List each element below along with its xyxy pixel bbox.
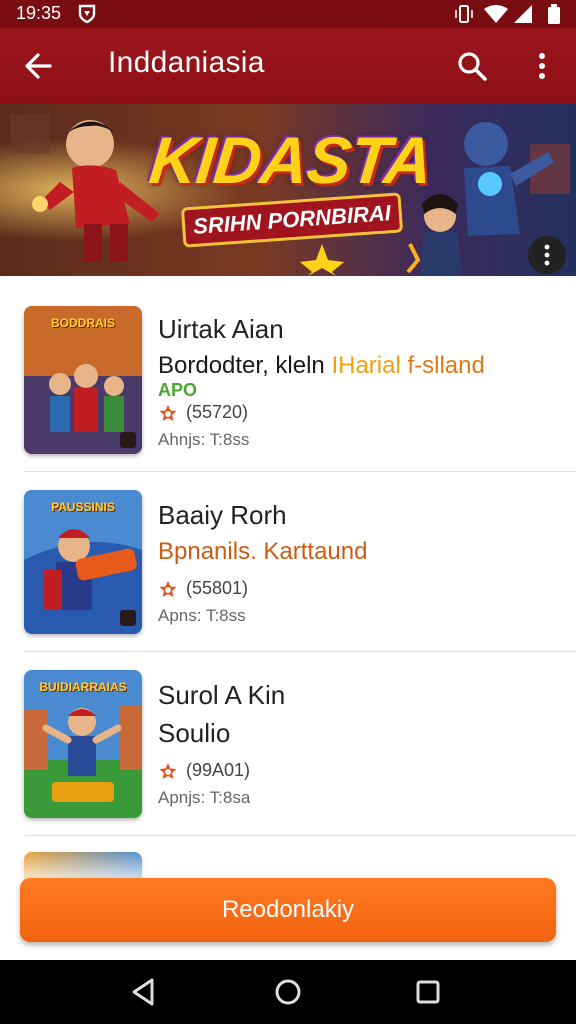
thumbnail-label: BODDRAIS bbox=[50, 316, 115, 330]
rating-count: (99A01) bbox=[186, 760, 251, 780]
nav-home-icon[interactable] bbox=[270, 974, 306, 1010]
app-title: Surol A Kin bbox=[158, 680, 286, 710]
status-time: 19:35 bbox=[16, 3, 62, 23]
rating-count: (55801) bbox=[186, 578, 249, 598]
app-subtitle: Bordodter, kleln IHarial f-slland bbox=[158, 352, 485, 380]
more-vert-icon[interactable] bbox=[526, 46, 558, 86]
app-subtitle-accent: IHarial bbox=[331, 352, 408, 379]
app-subtitle: Soulio bbox=[158, 718, 231, 748]
app-subtitle-tail: f-slland bbox=[407, 352, 485, 379]
app-subtitle: Bpnanils. Karttaund bbox=[158, 538, 367, 566]
status-icons bbox=[455, 4, 560, 24]
banner-more-icon[interactable] bbox=[528, 236, 566, 274]
app-thumbnail: BUIDIARRAIAS bbox=[24, 670, 142, 818]
wifi-icon bbox=[484, 5, 508, 23]
banner-title: KIDASTA bbox=[146, 123, 436, 197]
nav-recents-icon[interactable] bbox=[410, 974, 446, 1010]
app-subtitle-main: Bpnanils. Karttaund bbox=[158, 538, 368, 565]
thumbnail-label: BUIDIARRAIAS bbox=[39, 680, 127, 694]
app-thumbnail: BODDRAIS bbox=[24, 306, 142, 454]
primary-action-button[interactable]: Reodonlakiy bbox=[20, 878, 556, 942]
app-title: Baaiy Rorh bbox=[158, 500, 287, 530]
app-thumbnail: PAUSSINIS bbox=[24, 490, 142, 634]
system-nav-bar bbox=[0, 960, 576, 1024]
star-badge-icon bbox=[159, 763, 177, 779]
rating-count: (55720) bbox=[186, 402, 249, 422]
status-bar: 19:35 bbox=[0, 0, 576, 28]
nav-back-icon[interactable] bbox=[126, 974, 162, 1010]
app-meta: Ahnjs: T:8ss bbox=[158, 430, 250, 449]
list-item[interactable]: BUIDIARRAIAS Surol A Kin Soulio (99A01) … bbox=[0, 652, 576, 836]
thumbnail-label: PAUSSINIS bbox=[51, 500, 115, 514]
search-icon[interactable] bbox=[452, 46, 492, 86]
app-subtitle-main: Bordodter, kleln bbox=[158, 352, 332, 379]
page-title: Inddaniasia bbox=[108, 46, 265, 79]
battery-icon bbox=[548, 4, 560, 24]
app-meta: Apnjs: T:8sa bbox=[158, 788, 251, 807]
list-item[interactable]: BODDRAIS Uirtak Aian Bordodter, kleln IH… bbox=[0, 276, 576, 472]
star-badge-icon bbox=[159, 405, 177, 421]
shield-icon bbox=[78, 4, 96, 24]
app-title: Uirtak Aian bbox=[158, 314, 284, 344]
app-tag: APO bbox=[158, 380, 198, 400]
star-badge-icon bbox=[159, 581, 177, 597]
signal-icon bbox=[514, 5, 532, 23]
list-item[interactable]: PAUSSINIS Baaiy Rorh Bpnanils. Karttaund… bbox=[0, 472, 576, 652]
app-bar: Inddaniasia bbox=[0, 28, 576, 104]
app-meta: Apns: T:8ss bbox=[158, 606, 246, 625]
promo-banner[interactable]: KIDASTA SRIHN PORNBIRAI bbox=[0, 104, 576, 276]
vibrate-icon bbox=[455, 5, 473, 23]
arrow-back-icon[interactable] bbox=[18, 46, 58, 86]
